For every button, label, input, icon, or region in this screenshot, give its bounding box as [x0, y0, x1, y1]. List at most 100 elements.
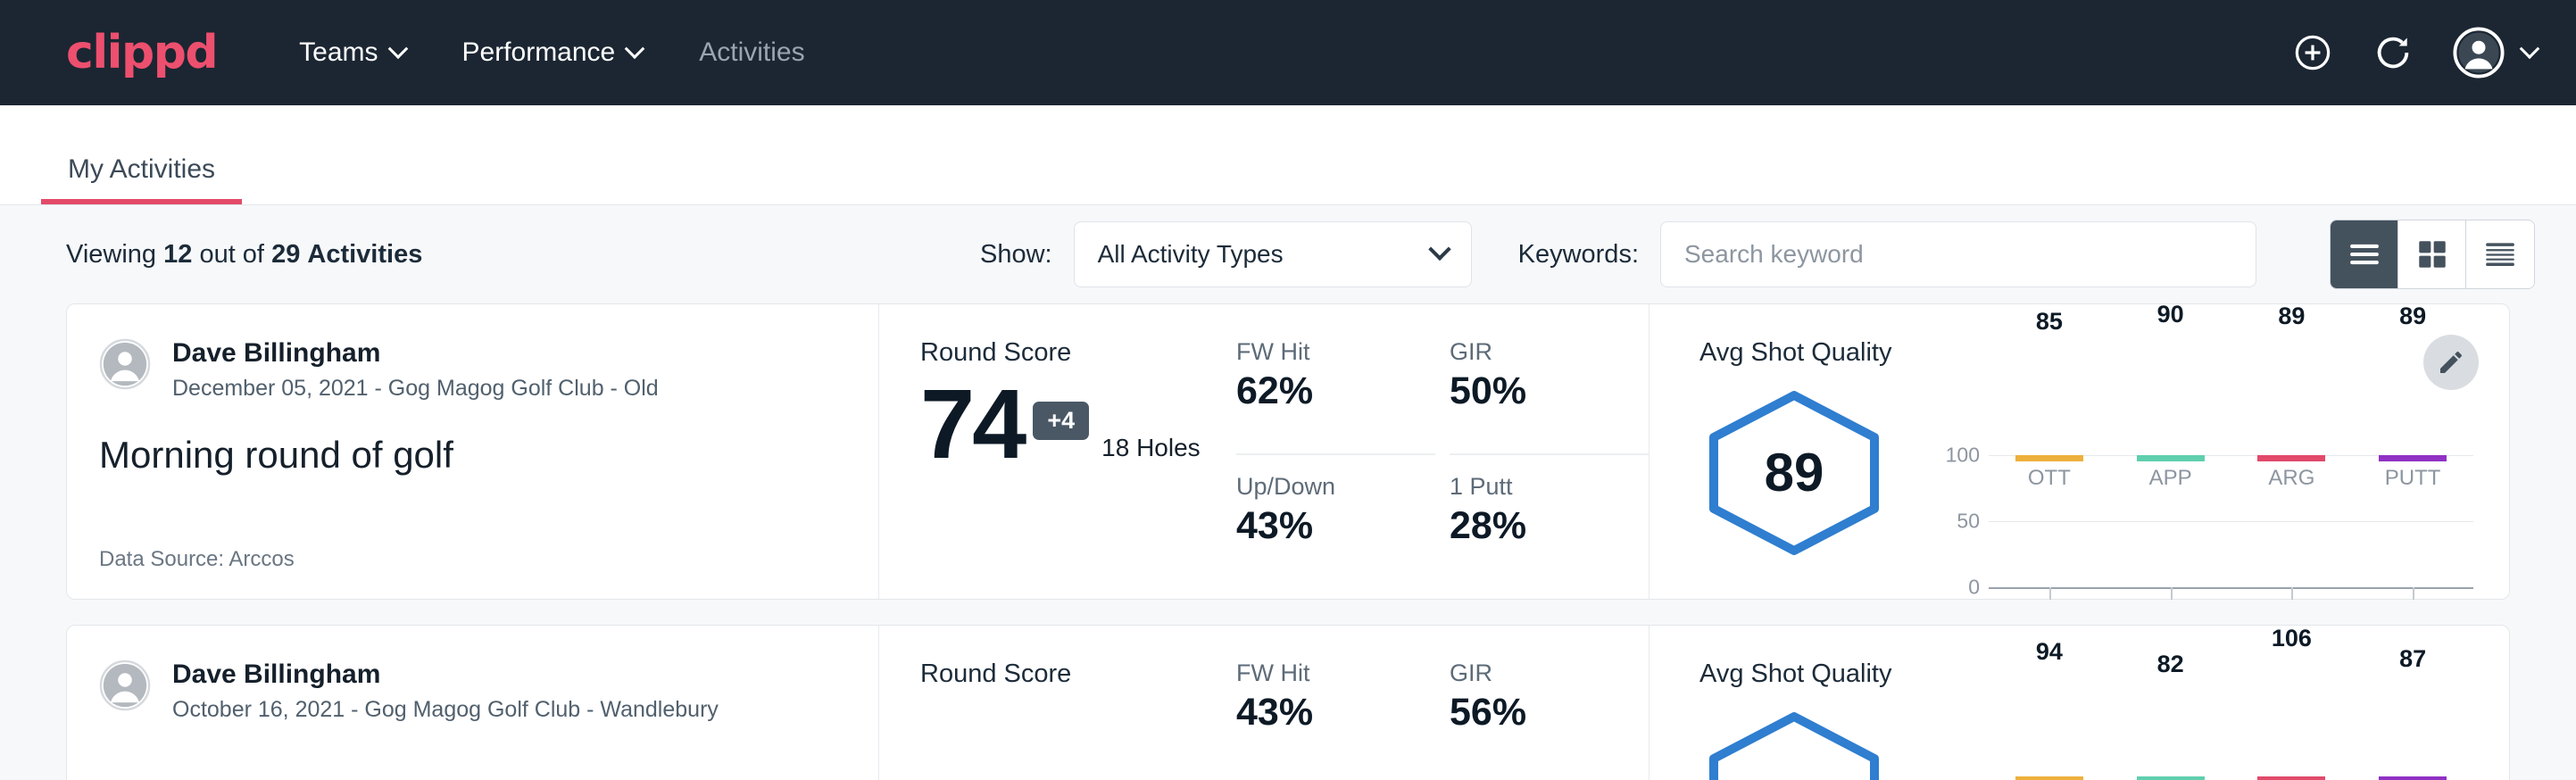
refresh-icon[interactable]: [2372, 32, 2414, 73]
stat-value: 43%: [1236, 504, 1405, 548]
chart-bar-value: 89: [2379, 303, 2447, 330]
author-name: Dave Billingham: [172, 338, 659, 369]
filter-controls: Show: All Activity Types Keywords:: [980, 220, 2535, 289]
avatar: [99, 338, 151, 390]
chart-y-tick: 0: [1968, 575, 1980, 599]
avg-shot-quality-section: Avg Shot Quality 050100948210687 OTTAPPA…: [1649, 626, 2509, 780]
stat-label: Up/Down: [1236, 473, 1405, 501]
quality-hexagon: 89: [1699, 388, 1889, 558]
grid-view-button[interactable]: [2398, 220, 2466, 288]
nav-item-activities[interactable]: Activities: [694, 29, 810, 77]
activity-data-source: Data Source: Arccos: [99, 547, 843, 572]
round-score-section: Round Score: [879, 626, 1236, 780]
chart-bar-value: 106: [2257, 625, 2325, 652]
stat-one-putt: 1 Putt 28%: [1450, 455, 1649, 572]
chart-bar-value: 87: [2379, 645, 2447, 673]
activity-card[interactable]: Dave Billingham December 05, 2021 - Gog …: [66, 303, 2510, 600]
chart-bar-value: 89: [2257, 303, 2325, 330]
chart-grid-line: [1989, 521, 2473, 522]
avg-shot-quality-label: Avg Shot Quality: [1699, 660, 2473, 689]
avatar: [99, 660, 151, 711]
chart-x-label: PUTT: [2379, 466, 2447, 491]
top-navigation-bar: clippd Teams Performance Activities: [0, 0, 2576, 105]
search-input[interactable]: [1660, 221, 2256, 287]
chart-y-tick: 50: [1957, 509, 1980, 533]
activity-summary: Dave Billingham December 05, 2021 - Gog …: [67, 304, 879, 599]
nav-actions: [2292, 27, 2537, 79]
nav-item-teams[interactable]: Teams: [294, 29, 410, 77]
chart-bar-value: 90: [2137, 301, 2205, 328]
viewing-count: 12: [163, 240, 192, 269]
holes-count: 18 Holes: [1101, 434, 1201, 462]
tab-bar: My Activities: [0, 105, 2576, 205]
stat-label: FW Hit: [1236, 660, 1405, 687]
avg-shot-quality-label: Avg Shot Quality: [1699, 338, 2473, 368]
stat-value: 28%: [1450, 504, 1618, 548]
quality-hexagon: [1699, 709, 1889, 780]
add-icon[interactable]: [2292, 32, 2333, 73]
tab-my-activities[interactable]: My Activities: [41, 154, 242, 204]
stat-value: 43%: [1236, 691, 1405, 734]
stat-value: 50%: [1450, 369, 1618, 413]
stat-label: 1 Putt: [1450, 473, 1618, 501]
view-mode-toggle: [2330, 220, 2535, 289]
round-score-section: Round Score 74 +4 18 Holes: [879, 304, 1236, 599]
filter-bar: Viewing 12 out of 29 Activities Show: Al…: [0, 205, 2576, 303]
activity-card[interactable]: Dave Billingham October 16, 2021 - Gog M…: [66, 625, 2510, 780]
edit-activity-button[interactable]: [2423, 335, 2479, 390]
stat-value: 62%: [1236, 369, 1405, 413]
stat-label: FW Hit: [1236, 338, 1405, 366]
nav-item-activities-label: Activities: [699, 37, 804, 68]
author-name: Dave Billingham: [172, 660, 719, 690]
chart-x-tick: [2049, 587, 2051, 600]
stat-up-down: Up/Down 43%: [1236, 455, 1435, 572]
nav-item-performance[interactable]: Performance: [457, 29, 648, 77]
chart-x-tick: [2291, 587, 2293, 600]
chevron-down-icon: [1428, 238, 1450, 261]
compact-view-button[interactable]: [2466, 220, 2534, 288]
activity-meta: October 16, 2021 - Gog Magog Golf Club -…: [172, 697, 719, 723]
activity-meta: December 05, 2021 - Gog Magog Golf Club …: [172, 376, 659, 402]
avg-shot-quality-section: Avg Shot Quality 89 05010085908989 OTTAP…: [1649, 304, 2509, 599]
nav-item-teams-label: Teams: [299, 37, 378, 68]
stat-label: GIR: [1450, 660, 1618, 687]
viewing-middle: out of: [199, 240, 264, 269]
chart-x-tick: [2413, 587, 2414, 600]
stat-gir: GIR 50%: [1450, 338, 1649, 455]
list-view-button[interactable]: [2331, 220, 2398, 288]
viewing-suffix: Activities: [307, 240, 422, 269]
chevron-down-icon: [2520, 38, 2540, 59]
chart-x-labels: OTTAPPARGPUTT: [1939, 466, 2473, 491]
tab-my-activities-label: My Activities: [68, 154, 215, 184]
viewing-summary: Viewing 12 out of 29 Activities: [66, 240, 422, 270]
round-score-value: 74: [920, 373, 1024, 477]
activity-author: Dave Billingham December 05, 2021 - Gog …: [99, 338, 843, 402]
chart-bar-value: 85: [2015, 308, 2083, 336]
quality-score-value: 89: [1699, 388, 1889, 558]
chart-bar-value: 82: [2137, 651, 2205, 678]
activity-type-select[interactable]: All Activity Types: [1074, 221, 1472, 287]
app-logo[interactable]: clippd: [66, 26, 217, 79]
round-stats: FW Hit 43% GIR 56%: [1236, 626, 1649, 780]
keywords-label: Keywords:: [1518, 240, 1639, 270]
stat-fw-hit: FW Hit 43%: [1236, 660, 1435, 780]
stat-gir: GIR 56%: [1450, 660, 1649, 780]
chevron-down-icon: [387, 38, 408, 59]
chart-axis-line: [1989, 587, 2473, 589]
activity-title: Morning round of golf: [99, 434, 843, 477]
chart-x-label: APP: [2137, 466, 2205, 491]
stat-fw-hit: FW Hit 62%: [1236, 338, 1435, 455]
nav-item-performance-label: Performance: [462, 37, 616, 68]
round-score-label: Round Score: [920, 660, 1236, 689]
show-label: Show:: [980, 240, 1052, 270]
viewing-total: 29: [271, 240, 300, 269]
chart-x-label: OTT: [2015, 466, 2083, 491]
avatar[interactable]: [2453, 27, 2537, 79]
round-stats: FW Hit 62% GIR 50% Up/Down 43% 1 Putt 28…: [1236, 304, 1649, 599]
score-diff-badge: +4: [1033, 402, 1089, 440]
activity-author: Dave Billingham October 16, 2021 - Gog M…: [99, 660, 843, 723]
activity-type-select-value: All Activity Types: [1098, 240, 1284, 269]
stat-label: GIR: [1450, 338, 1618, 366]
primary-nav: Teams Performance Activities: [294, 29, 810, 77]
activity-summary: Dave Billingham October 16, 2021 - Gog M…: [67, 626, 879, 780]
